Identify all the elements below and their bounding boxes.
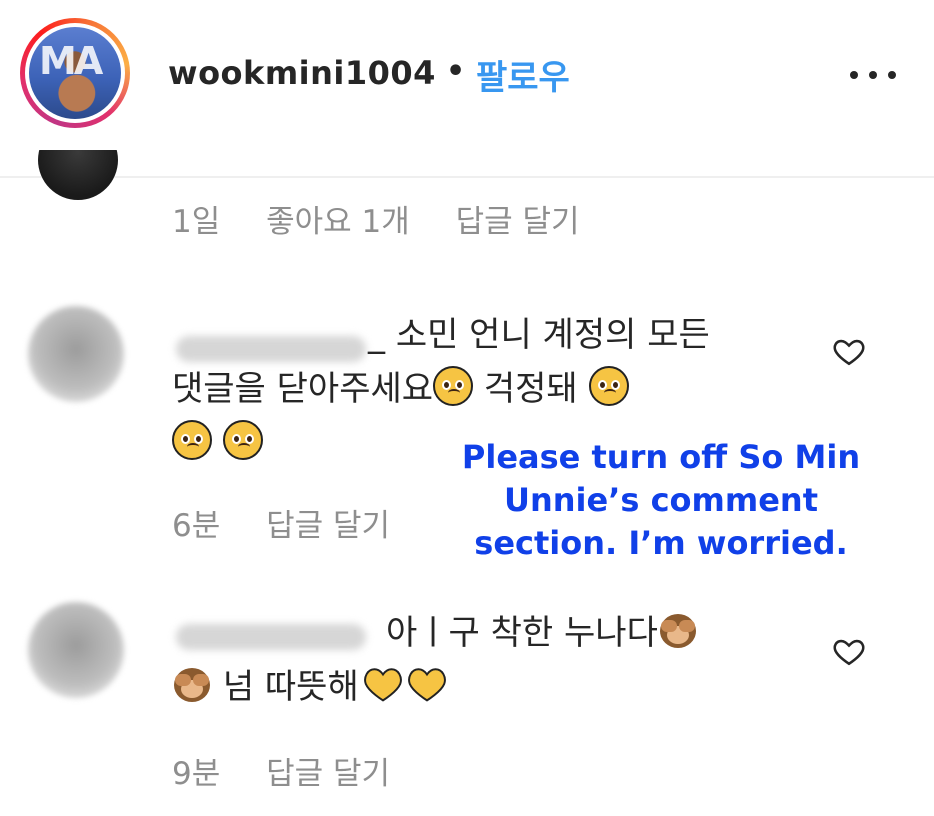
caption-line: section. I’m worried.	[474, 524, 848, 562]
previous-commenter-avatar[interactable]	[38, 150, 118, 200]
pleading-face-emoji	[433, 366, 474, 406]
comment-time: 9분	[172, 756, 221, 792]
pleading-face-emoji	[172, 420, 212, 460]
commenter-avatar[interactable]	[28, 602, 124, 698]
see-no-evil-monkey-emoji	[172, 664, 212, 704]
see-no-evil-monkey-emoji	[658, 610, 698, 650]
translation-caption: Please turn off So Min Unnie’s comment s…	[420, 436, 902, 565]
yellow-heart-emoji	[363, 664, 403, 702]
username[interactable]: wookmini1004	[168, 54, 436, 92]
comment-meta: 9분 답글 달기	[172, 748, 426, 793]
comment-body: 아ㅣ구 착한 누나다 넘 따뜻해	[172, 606, 812, 714]
commenter-avatar[interactable]	[28, 306, 124, 402]
avatar-logo: MA	[39, 39, 103, 83]
like-heart-icon[interactable]	[832, 634, 866, 668]
reply-button[interactable]: 답글 달기	[266, 508, 390, 544]
reply-button[interactable]: 답글 달기	[266, 756, 390, 792]
comment-line: 소민 언니 계정의 모든	[395, 315, 710, 355]
follow-button[interactable]: 팔로우	[476, 50, 570, 99]
more-options-icon[interactable]	[850, 68, 896, 82]
caption-line: Unnie’s comment	[504, 481, 818, 519]
post-header: MA wookmini1004 • 팔로우	[0, 0, 934, 175]
comment-time: 1일	[172, 204, 221, 240]
separator-dot: •	[446, 54, 466, 89]
avatar-image: MA	[29, 27, 121, 119]
comment-line: 넘 따뜻해	[222, 667, 359, 707]
pleading-face-emoji	[588, 366, 629, 406]
profile-avatar[interactable]: MA	[20, 18, 130, 128]
username-suffix: _	[368, 315, 385, 355]
comment-line: 걱정돼	[483, 369, 578, 409]
reply-button[interactable]: 답글 달기	[456, 204, 580, 240]
yellow-heart-emoji	[407, 664, 447, 702]
caption-line: Please turn off So Min	[461, 438, 861, 476]
like-heart-icon[interactable]	[832, 334, 866, 368]
header-divider	[0, 176, 934, 178]
comment-line: 댓글을 닫아주세요	[172, 369, 434, 409]
comment-likes[interactable]: 좋아요 1개	[266, 204, 410, 240]
comment-line: 아ㅣ구 착한 누나다	[386, 613, 658, 653]
pleading-face-emoji	[222, 420, 263, 460]
previous-comment-meta: 1일 좋아요 1개 답글 달기	[172, 196, 616, 241]
comment-time: 6분	[172, 508, 221, 544]
comment-meta: 6분 답글 달기	[172, 500, 426, 545]
